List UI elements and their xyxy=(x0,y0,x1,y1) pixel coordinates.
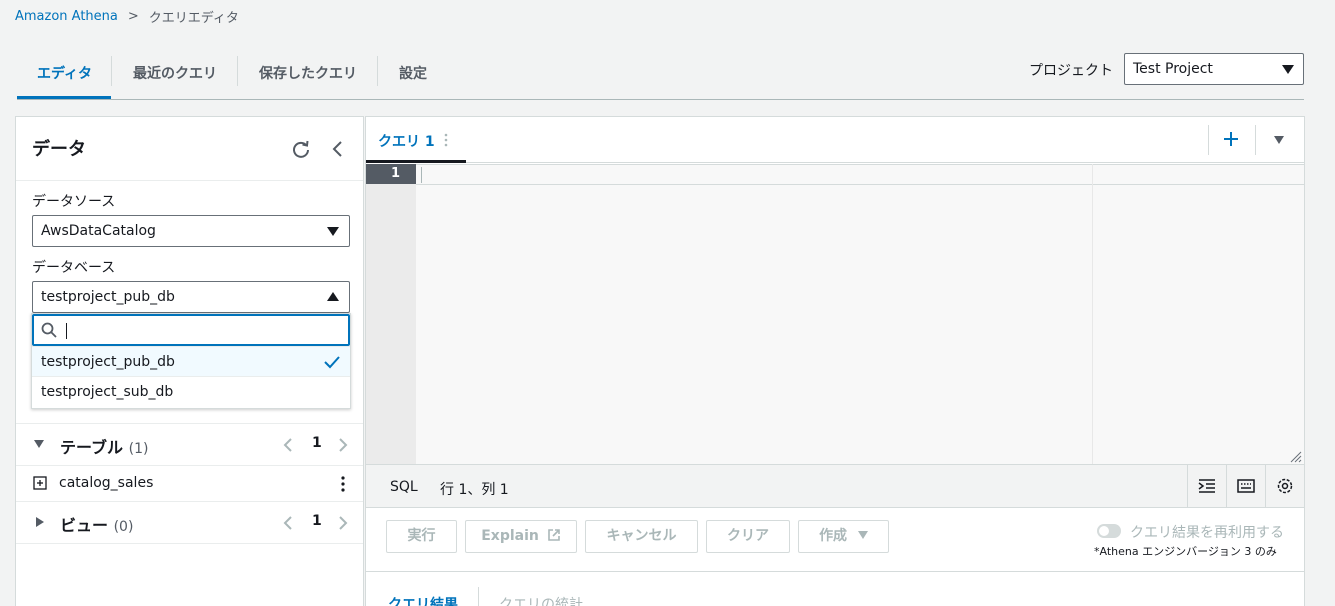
external-link-icon xyxy=(547,529,560,541)
caret-down-icon xyxy=(327,227,339,236)
database-option[interactable]: testproject_pub_db xyxy=(32,346,350,377)
collapse-panel-icon[interactable] xyxy=(328,139,348,159)
tables-page-number: 1 xyxy=(312,435,322,451)
expand-down-icon xyxy=(34,440,44,448)
create-button[interactable]: 作成 xyxy=(798,520,889,553)
table-name: catalog_sales xyxy=(59,475,154,491)
line-number: 1 xyxy=(366,164,416,184)
data-panel: データ データソース AwsDataCatalog データベース testpro… xyxy=(15,116,364,606)
tab-divider xyxy=(478,587,479,606)
query-editor-panel: クエリ 1 1 SQL 行 1、列 1 実行 Explain キャンセル クリア… xyxy=(365,116,1305,606)
run-button[interactable]: 実行 xyxy=(386,520,457,553)
expand-right-icon xyxy=(36,517,44,527)
views-section-header[interactable]: ビュー (0) 1 xyxy=(16,501,363,543)
views-title: ビュー (0) xyxy=(60,512,133,536)
tab-editor[interactable]: エディタ xyxy=(17,56,112,92)
database-dropdown: testproject_pub_db testproject_sub_db xyxy=(31,313,351,409)
data-source-value: AwsDataCatalog xyxy=(41,223,156,239)
tab-settings[interactable]: 設定 xyxy=(379,56,447,92)
tables-count: (1) xyxy=(128,441,149,457)
tables-title-text: テーブル xyxy=(60,438,124,457)
chevron-right-icon[interactable] xyxy=(337,437,349,453)
query-tab-1[interactable]: クエリ 1 xyxy=(378,131,448,151)
create-button-label: 作成 xyxy=(819,528,848,544)
cursor-position: 行 1、列 1 xyxy=(440,482,509,498)
resize-handle-icon[interactable] xyxy=(1290,451,1302,463)
format-query-icon[interactable] xyxy=(1187,465,1226,507)
language-label: SQL xyxy=(390,479,418,495)
database-label: データベース xyxy=(32,260,116,276)
chevron-right-icon[interactable] xyxy=(337,515,349,531)
database-search-input[interactable] xyxy=(32,314,350,346)
more-options-icon[interactable] xyxy=(340,475,346,493)
breadcrumb-root-link[interactable]: Amazon Athena xyxy=(15,9,118,24)
data-source-label: データソース xyxy=(32,194,116,210)
divider xyxy=(1208,125,1209,155)
database-option-label: testproject_pub_db xyxy=(41,354,175,370)
check-icon xyxy=(324,356,340,369)
project-select-value: Test Project xyxy=(1133,61,1213,77)
chevron-left-icon[interactable] xyxy=(282,515,294,531)
views-page-number: 1 xyxy=(312,513,322,529)
gear-icon[interactable] xyxy=(1265,465,1304,507)
tables-section-header[interactable]: テーブル (1) 1 xyxy=(16,423,363,465)
breadcrumb-current: クエリエディタ xyxy=(148,10,239,26)
caret-down-icon xyxy=(857,531,868,539)
database-option-label: testproject_sub_db xyxy=(41,384,174,400)
text-cursor xyxy=(66,323,67,339)
editor-status-bar: SQL 行 1、列 1 xyxy=(366,464,1304,508)
caret-up-icon xyxy=(327,292,339,301)
reuse-results-label: クエリ結果を再利用する xyxy=(1130,525,1284,541)
tab-divider xyxy=(377,56,378,86)
views-count: (0) xyxy=(113,519,134,535)
chevron-left-icon[interactable] xyxy=(282,437,294,453)
database-option[interactable]: testproject_sub_db xyxy=(32,377,350,408)
cancel-button[interactable]: キャンセル xyxy=(585,520,698,553)
print-margin xyxy=(1092,164,1093,464)
active-tab-indicator xyxy=(17,96,111,99)
keyboard-icon[interactable] xyxy=(1226,465,1265,507)
data-panel-header: データ xyxy=(16,117,363,181)
results-tabs: クエリ結果 クエリの統計 xyxy=(366,571,1304,606)
tabs-menu-icon[interactable] xyxy=(1274,136,1284,144)
add-query-tab-icon[interactable] xyxy=(1223,131,1239,147)
views-title-text: ビュー xyxy=(60,516,109,535)
explain-button[interactable]: Explain xyxy=(465,520,577,553)
divider xyxy=(16,543,363,544)
tab-divider xyxy=(237,56,238,86)
refresh-icon[interactable] xyxy=(291,139,311,159)
explain-button-label: Explain xyxy=(481,528,539,544)
table-row[interactable]: catalog_sales xyxy=(16,465,363,501)
caret-down-icon xyxy=(1282,65,1294,74)
engine-version-note: *Athena エンジンバージョン 3 のみ xyxy=(1094,545,1277,558)
tab-query-results[interactable]: クエリ結果 xyxy=(388,594,458,606)
data-source-select[interactable]: AwsDataCatalog xyxy=(32,215,350,247)
active-line xyxy=(416,164,1304,185)
tab-recent-queries[interactable]: 最近のクエリ xyxy=(113,56,237,92)
tab-options-icon[interactable] xyxy=(444,133,448,147)
breadcrumb-separator: > xyxy=(127,8,139,24)
query-tab-indicator xyxy=(366,160,466,163)
text-cursor xyxy=(421,167,422,183)
tab-divider xyxy=(111,56,112,86)
search-icon xyxy=(41,322,57,338)
database-value: testproject_pub_db xyxy=(41,289,175,305)
data-panel-title: データ xyxy=(32,139,86,160)
divider xyxy=(1255,125,1256,155)
project-label: プロジェクト xyxy=(1029,63,1113,79)
query-tab-label: クエリ 1 xyxy=(378,134,435,150)
project-select[interactable]: Test Project xyxy=(1124,53,1304,85)
expand-plus-icon[interactable] xyxy=(33,476,47,490)
query-tabs: クエリ 1 xyxy=(366,117,1304,163)
tables-title: テーブル (1) xyxy=(60,434,148,458)
clear-button[interactable]: クリア xyxy=(706,520,790,553)
breadcrumb: Amazon Athena > クエリエディタ xyxy=(15,6,239,26)
database-select[interactable]: testproject_pub_db xyxy=(32,281,350,313)
line-gutter: 1 xyxy=(366,164,416,464)
sql-editor[interactable]: 1 xyxy=(366,164,1304,464)
tab-query-stats[interactable]: クエリの統計 xyxy=(499,594,583,606)
tab-saved-queries[interactable]: 保存したクエリ xyxy=(239,56,377,92)
reuse-results-toggle[interactable] xyxy=(1097,524,1121,538)
